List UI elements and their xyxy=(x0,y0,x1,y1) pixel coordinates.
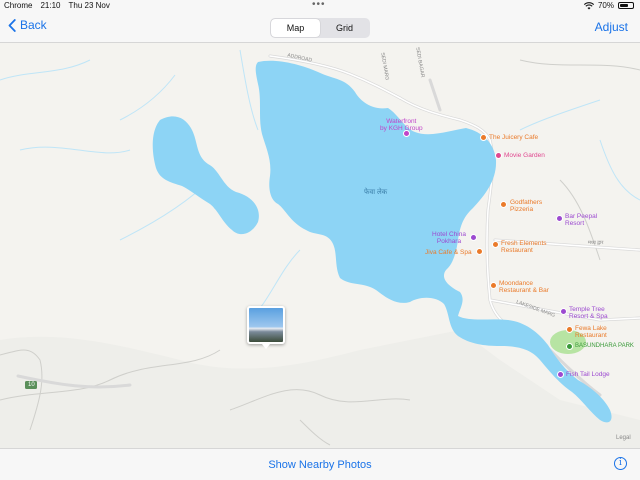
poi-label: Bar Peepal xyxy=(565,213,598,220)
food-pin-icon xyxy=(490,282,497,289)
poi-label: Moondance xyxy=(499,280,533,287)
cafe-pin-icon xyxy=(476,248,483,255)
poi-label: Jiva Cafe & Spa xyxy=(425,249,472,256)
segment-grid[interactable]: Grid xyxy=(320,19,369,37)
poi-label: Pizzeria xyxy=(510,206,534,213)
hotel-pin-icon xyxy=(560,308,567,315)
poi-label: Restaurant xyxy=(575,332,607,339)
food-pin-icon xyxy=(492,241,499,248)
poi-label: Temple Tree xyxy=(569,306,605,313)
back-button[interactable]: Back xyxy=(8,18,47,32)
bottom-toolbar: Show Nearby Photos i xyxy=(0,448,640,480)
lake-west-arm xyxy=(152,116,259,235)
wifi-icon xyxy=(583,1,594,9)
poi-label: The Juicery Cafe xyxy=(489,134,539,141)
poi-label: Waterfront xyxy=(386,118,417,125)
status-right: 70% xyxy=(583,1,634,10)
poi-label: BASUNDHARA PARK xyxy=(575,343,634,349)
photo-thumbnail[interactable] xyxy=(247,306,285,344)
map-view[interactable]: ADDROAD SEDI BAGAR SEDI MARG LAKESIDE MA… xyxy=(0,43,640,448)
status-time: 21:10 xyxy=(40,1,61,10)
poi-label: by KGH Group xyxy=(380,125,423,132)
hotel-pin-icon xyxy=(470,234,477,241)
info-icon[interactable]: i xyxy=(614,457,627,470)
legal-link[interactable]: Legal xyxy=(616,435,631,442)
status-bar: Chrome 21:10 Thu 23 Nov ••• 70% xyxy=(0,0,640,12)
back-label: Back xyxy=(20,18,47,32)
show-nearby-photos-button[interactable]: Show Nearby Photos xyxy=(268,459,371,471)
poi-label: Godfathers xyxy=(510,199,543,206)
status-date: Thu 23 Nov xyxy=(68,1,110,10)
lake-label: फेवा लेक xyxy=(364,189,388,196)
road-shield-label: 10 xyxy=(28,382,35,388)
photo-pin-tail xyxy=(262,344,270,349)
road-label-devanagari: मध्य द्वार xyxy=(588,240,604,246)
poi-label: Restaurant xyxy=(501,247,533,254)
poi-label: Fresh Elements xyxy=(501,240,547,247)
battery-icon xyxy=(618,2,634,9)
poi-label: Hotel China xyxy=(432,231,466,238)
status-app: Chrome xyxy=(4,1,33,10)
poi-label: Movie Garden xyxy=(504,152,545,159)
poi-label: Fish Tail Lodge xyxy=(566,371,610,378)
poi-label: Fewa Lake xyxy=(575,325,607,332)
adjust-button[interactable]: Adjust xyxy=(595,20,628,34)
cafe-pin-icon xyxy=(480,134,487,141)
segment-map[interactable]: Map xyxy=(271,19,320,37)
movie-pin-icon xyxy=(495,152,502,159)
view-segmented-control: Map Grid xyxy=(270,18,370,38)
nearby-container: Show Nearby Photos xyxy=(0,459,640,471)
battery-percent: 70% xyxy=(597,1,614,10)
multitasking-dots[interactable]: ••• xyxy=(312,0,326,10)
poi-label: Restaurant & Bar xyxy=(499,287,549,294)
status-left: Chrome 21:10 Thu 23 Nov xyxy=(4,1,110,10)
food-pin-icon xyxy=(566,326,573,333)
chevron-left-icon xyxy=(8,18,16,32)
navigation-bar: Back Map Grid Adjust xyxy=(0,12,640,43)
hotel-pin-icon xyxy=(557,371,564,378)
park-pin-icon xyxy=(566,343,573,350)
battery-fill xyxy=(620,4,629,7)
poi-label: Resort xyxy=(565,220,585,227)
poi-label: Pokhara xyxy=(436,238,462,245)
food-pin-icon xyxy=(500,201,507,208)
hotel-pin-icon xyxy=(556,215,563,222)
poi-label: Resort & Spa xyxy=(569,313,608,320)
